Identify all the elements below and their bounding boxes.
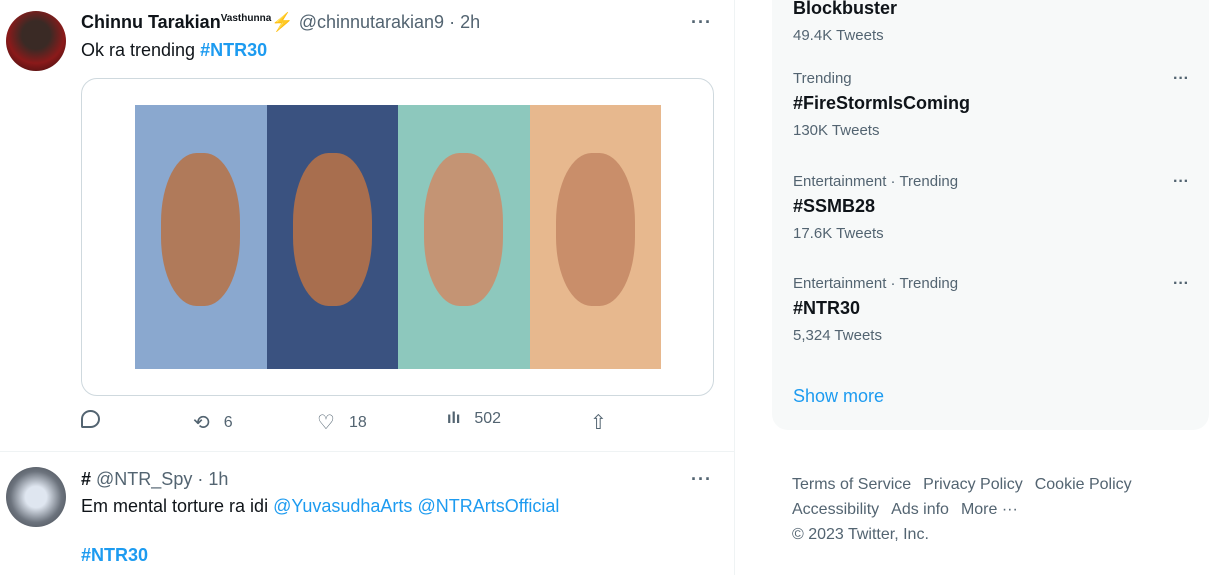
view-count: 502	[474, 410, 502, 427]
trend-item[interactable]: Entertainment · Trending #SSMB28 17.6K T…	[793, 173, 1193, 242]
more-icon[interactable]: ···	[1173, 173, 1189, 191]
trend-item[interactable]: Trending #FireStormIsComing 130K Tweets …	[793, 70, 1193, 139]
more-icon[interactable]: ···	[1173, 70, 1189, 88]
footer-link[interactable]: Privacy Policy	[923, 476, 1023, 493]
copyright: © 2023 Twitter, Inc.	[792, 526, 929, 543]
more-icon[interactable]: ···	[691, 469, 712, 490]
author-handle[interactable]: @NTR_Spy	[96, 469, 192, 489]
retweet-icon: ⟲	[193, 412, 210, 434]
tweet-image[interactable]	[81, 78, 714, 396]
tweet-text: Ok ra trending #NTR30	[81, 40, 268, 60]
avatar[interactable]	[6, 467, 66, 527]
hashtag-link[interactable]: #NTR30	[200, 40, 267, 60]
trend-title: #FireStormIsComing	[793, 93, 971, 113]
heart-icon: ♡	[317, 412, 335, 434]
lightning-icon: ⚡	[271, 12, 294, 32]
reply-button[interactable]	[81, 410, 100, 428]
trend-meta: Entertainment · Trending	[793, 173, 959, 190]
like-button[interactable]: ♡ 18	[317, 410, 367, 435]
hashtag-link[interactable]: #NTR30	[81, 545, 148, 566]
trend-count: 49.4K Tweets	[793, 27, 884, 44]
author-name[interactable]: #	[81, 469, 91, 489]
trend-count: 5,324 Tweets	[793, 327, 882, 344]
reply-icon	[81, 410, 100, 428]
timeline: Chinnu TarakianVasthunna⚡ @chinnutarakia…	[0, 0, 735, 575]
name-suffix: Vasthunna	[220, 13, 272, 24]
mention-link[interactable]: @YuvasudhaArts	[273, 496, 412, 516]
more-icon[interactable]: ···	[691, 12, 712, 33]
retweet-button[interactable]: ⟲ 6	[193, 410, 233, 435]
tweet-actions: ⟲ 6 ♡ 18 ılı 502 ⇧	[81, 410, 641, 438]
avatar[interactable]	[6, 11, 66, 71]
author-handle[interactable]: @chinnutarakian9	[299, 12, 444, 32]
trend-item[interactable]: Entertainment · Trending #NTR30 5,324 Tw…	[793, 275, 1193, 344]
share-button[interactable]: ⇧	[590, 410, 607, 435]
like-count: 18	[348, 413, 367, 431]
timestamp[interactable]: 1h	[208, 469, 228, 489]
footer-link[interactable]: Terms of Service	[792, 476, 911, 493]
timestamp[interactable]: 2h	[460, 12, 480, 32]
trend-count: 17.6K Tweets	[793, 225, 884, 242]
tweet-text: Em mental torture ra idi @YuvasudhaArts …	[81, 496, 560, 516]
mention-link[interactable]: @NTRArtsOfficial	[417, 496, 559, 516]
footer-link[interactable]: Ads info	[891, 501, 949, 518]
trends-panel: Blockbuster 49.4K Tweets Trending #FireS…	[772, 0, 1209, 430]
footer-link[interactable]: Accessibility	[792, 501, 879, 518]
trend-title: Blockbuster	[793, 0, 898, 18]
show-more-link[interactable]: Show more	[793, 386, 884, 407]
share-icon: ⇧	[590, 412, 607, 434]
tweet[interactable]: # @NTR_Spy · 1h ··· Em mental torture ra…	[0, 452, 734, 575]
trend-title: #SSMB28	[793, 196, 876, 216]
trend-meta: Entertainment · Trending	[793, 275, 959, 292]
retweet-count: 6	[223, 413, 233, 431]
trend-count: 130K Tweets	[793, 122, 880, 139]
footer-more-link[interactable]: More ···	[961, 501, 1018, 518]
author-name[interactable]: Chinnu Tarakian	[81, 12, 221, 32]
tweet[interactable]: Chinnu TarakianVasthunna⚡ @chinnutarakia…	[0, 0, 734, 451]
trend-item[interactable]: Blockbuster 49.4K Tweets	[793, 0, 1193, 44]
footer: Terms of Service Privacy Policy Cookie Pol…	[792, 472, 1172, 547]
trend-title: #NTR30	[793, 298, 861, 318]
trend-meta: Trending	[793, 70, 852, 87]
more-icon[interactable]: ···	[1173, 275, 1189, 293]
views-button[interactable]: ılı 502	[447, 410, 501, 428]
footer-link[interactable]: Cookie Policy	[1035, 476, 1132, 493]
views-icon: ılı	[447, 410, 461, 427]
